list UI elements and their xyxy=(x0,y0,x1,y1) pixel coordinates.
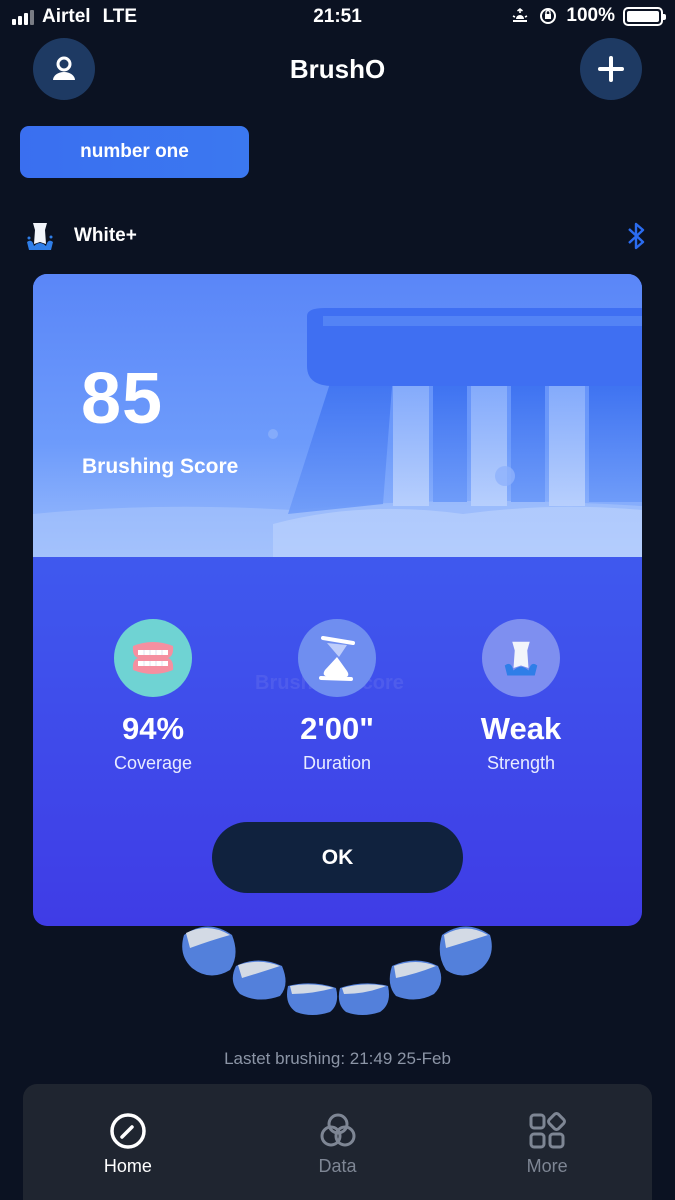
grid-icon xyxy=(529,1112,567,1149)
duration-label: Duration xyxy=(302,753,372,773)
duration-value: 2'00" xyxy=(300,711,374,746)
status-bar: Airtel LTE 21:51 100% xyxy=(0,0,675,36)
bluetooth-icon[interactable] xyxy=(622,220,650,252)
tooth-splash-icon xyxy=(27,223,53,250)
battery-percent: 100% xyxy=(566,5,615,26)
mode-row[interactable]: White+ xyxy=(24,218,654,254)
tab-home-label: Home xyxy=(103,1156,152,1176)
status-right: 100% xyxy=(510,5,666,27)
tab-home[interactable]: Home xyxy=(23,1084,233,1200)
compass-icon xyxy=(110,1113,146,1149)
coverage-label: Coverage xyxy=(113,753,193,773)
strength-label: Strength xyxy=(486,753,556,773)
brushing-result-card: 85 Brushing Score Brushing Score 94% Cov… xyxy=(33,274,642,926)
tab-more-label: More xyxy=(526,1156,568,1176)
add-device-button[interactable] xyxy=(580,38,642,100)
tab-data[interactable]: Data xyxy=(233,1084,443,1200)
coverage-value: 94% xyxy=(121,711,185,746)
card-hero: 85 Brushing Score xyxy=(33,274,642,557)
ok-button[interactable]: OK xyxy=(212,822,463,893)
brushing-score-label: Brushing Score xyxy=(82,455,239,478)
rotation-lock-icon xyxy=(540,8,557,24)
battery-icon xyxy=(623,6,666,26)
tab-bar: Home Data More xyxy=(23,1084,652,1200)
mode-label: White+ xyxy=(74,225,137,246)
tab-data-label: Data xyxy=(318,1156,357,1176)
strength-metric: Weak Strength xyxy=(421,619,621,774)
strength-value: Weak xyxy=(480,711,562,746)
brushing-score: 85 xyxy=(81,359,164,439)
coverage-metric: 94% Coverage xyxy=(53,619,253,774)
plus-icon xyxy=(598,56,624,82)
device-selector[interactable]: number one xyxy=(20,126,249,178)
app-title: BrushO xyxy=(289,54,386,84)
circles-icon xyxy=(320,1113,355,1147)
tooth-splash-icon xyxy=(482,619,560,697)
teeth-icon xyxy=(114,619,192,697)
night-mode-icon xyxy=(513,7,528,22)
latest-brushing-text: Lastet brushing: 21:49 25-Feb xyxy=(224,1049,451,1068)
duration-metric: 2'00" Duration xyxy=(237,619,437,774)
tab-more[interactable]: More xyxy=(442,1084,652,1200)
hourglass-icon xyxy=(298,619,376,697)
